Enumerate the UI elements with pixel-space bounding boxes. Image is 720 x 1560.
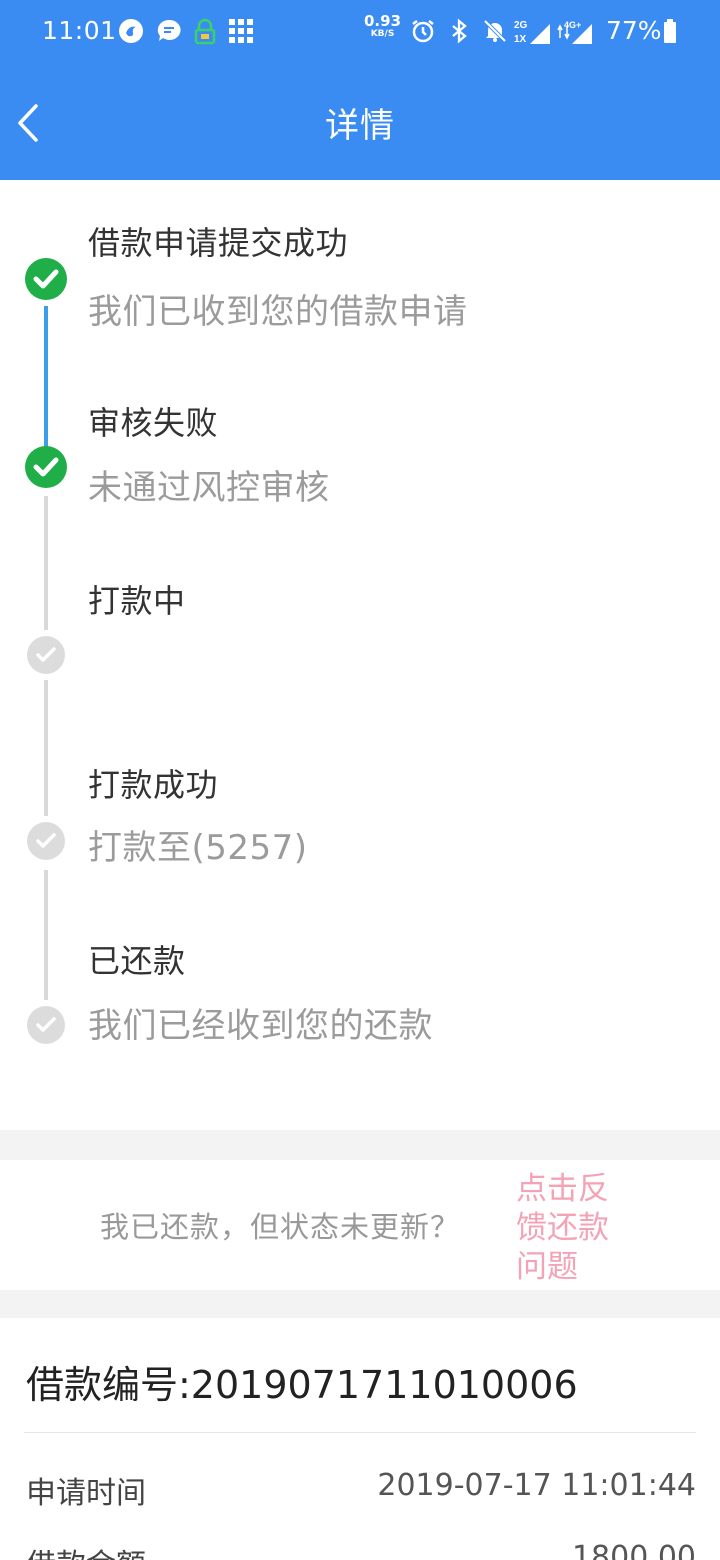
loan-detail: 借款编号:2019071711010006 申请时间 2019-07-17 11… <box>0 1318 720 1560</box>
alarm-icon <box>410 18 436 44</box>
check-icon <box>25 446 67 488</box>
network-speed-unit: KB/S <box>370 29 395 39</box>
signal-icon: 2G 1X <box>514 18 554 45</box>
step-title: 审核失败 <box>88 404 219 442</box>
loan-amount-value: 1800.00 <box>571 1540 696 1560</box>
loan-amount-label: 借款金额 <box>26 1540 146 1560</box>
mute-icon <box>482 18 508 44</box>
vpn-icon <box>192 18 218 45</box>
progress-timeline: 借款申请提交成功 我们已收到您的借款申请 审核失败 未通过风控审核 打款中 打款… <box>0 180 720 1130</box>
network-speed-value: 0.93 <box>364 12 402 30</box>
check-icon <box>25 258 67 300</box>
apply-time-label: 申请时间 <box>26 1476 146 1511</box>
timeline-line <box>44 496 48 630</box>
step-desc: 我们已经收到您的还款 <box>88 1006 433 1046</box>
divider <box>24 1432 696 1433</box>
section-divider <box>0 1130 720 1160</box>
battery-icon <box>662 18 678 44</box>
grid-icon <box>228 18 254 44</box>
step-desc: 打款至(5257) <box>88 828 308 868</box>
app-header: 11:01 0.93 KB/S 2G 1X 4G+ 77% 详情 <box>0 0 720 180</box>
check-icon <box>27 1006 65 1044</box>
section-divider <box>0 1290 720 1318</box>
loan-number: 借款编号:2019071711010006 <box>26 1363 578 1407</box>
weibo-icon <box>118 18 144 44</box>
message-icon <box>156 18 182 44</box>
battery-percent: 77% <box>606 16 662 45</box>
status-bar: 11:01 0.93 KB/S 2G 1X 4G+ 77% <box>0 0 720 66</box>
status-time: 11:01 <box>42 16 117 45</box>
timeline-line <box>44 870 48 1000</box>
step-desc: 未通过风控审核 <box>88 468 330 508</box>
timeline-line <box>44 680 48 816</box>
repayment-feedback: 我已还款，但状态未更新？ 点击反馈还款问题 <box>0 1160 720 1290</box>
signal-icon-2: 4G+ <box>556 18 596 44</box>
feedback-link[interactable]: 点击反馈还款问题 <box>516 1170 626 1287</box>
network-speed: 0.93 KB/S <box>364 12 402 40</box>
step-title: 借款申请提交成功 <box>88 224 349 262</box>
check-icon <box>27 636 65 674</box>
feedback-prompt: 我已还款，但状态未更新？ <box>100 1210 461 1244</box>
check-icon <box>27 822 65 860</box>
svg-text:1X: 1X <box>514 34 527 45</box>
apply-time-value: 2019-07-17 11:01:44 <box>377 1468 696 1503</box>
step-title: 打款中 <box>88 582 186 620</box>
page-title: 详情 <box>325 106 395 146</box>
svg-text:2G: 2G <box>514 20 528 31</box>
step-title: 打款成功 <box>88 766 219 804</box>
bluetooth-icon <box>446 18 472 44</box>
step-title: 已还款 <box>88 942 186 980</box>
step-desc: 我们已收到您的借款申请 <box>88 292 468 332</box>
